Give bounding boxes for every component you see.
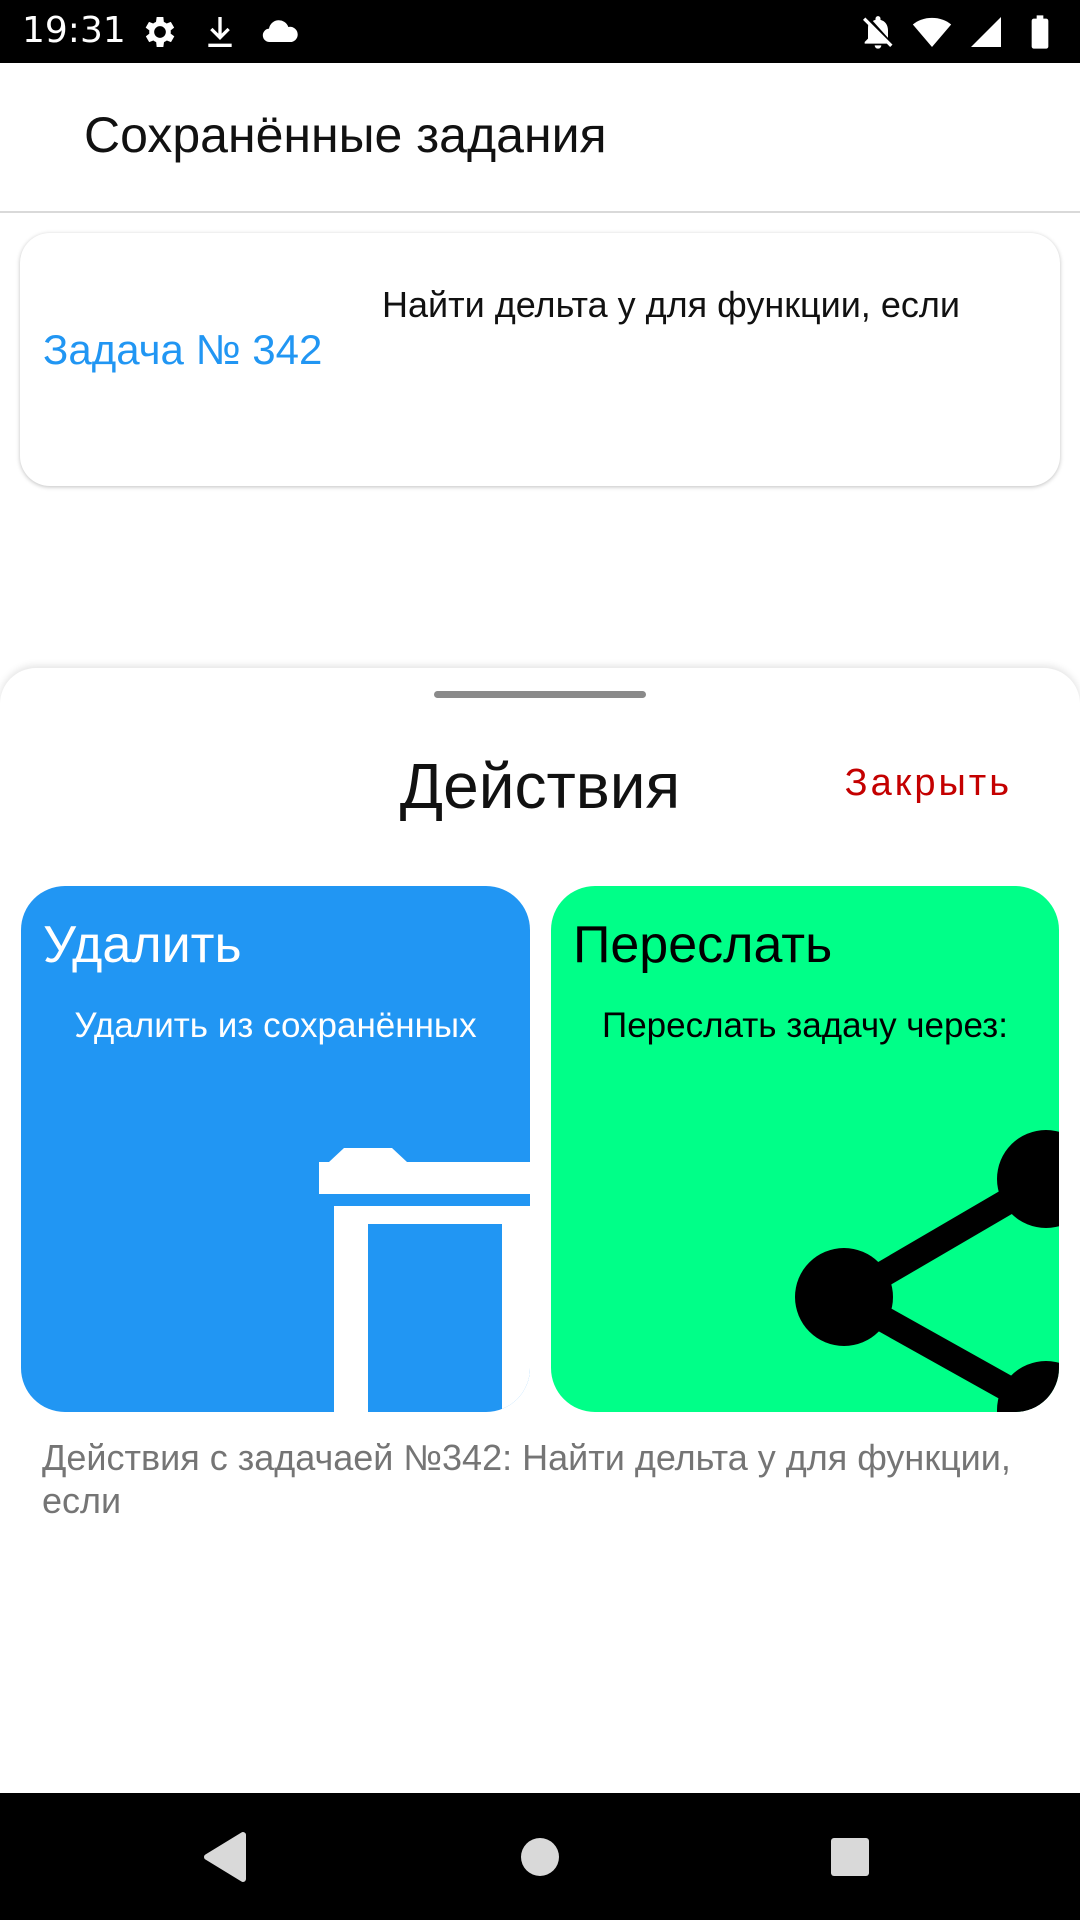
share-title: Переслать: [573, 916, 833, 974]
actions-caption: Действия с задачаей №342: Найти дельта у…: [42, 1437, 1011, 1521]
battery-icon: [1031, 15, 1049, 49]
task-preview-text: Найти дельта у для функции, если: [382, 284, 960, 325]
delete-title: Удалить: [43, 916, 242, 974]
delete-description: Удалить из сохранённых: [74, 1006, 477, 1045]
download-icon: [208, 17, 232, 47]
wifi-icon: [912, 17, 952, 47]
home-button[interactable]: [480, 1793, 600, 1920]
signal-icon: [971, 17, 1001, 47]
drag-handle[interactable]: [434, 691, 646, 698]
task-number-label: Задача № 342: [43, 326, 323, 373]
delete-action-tile[interactable]: Удалить Удалить из сохранённых: [21, 886, 530, 1412]
recents-button[interactable]: [790, 1793, 910, 1920]
cloud-icon: [262, 20, 298, 43]
back-button[interactable]: [165, 1793, 285, 1920]
actions-bottom-sheet: Действия Закрыть Удалить Удалить из сохр…: [0, 668, 1080, 1793]
home-icon: [521, 1838, 559, 1876]
status-left-icons: [140, 12, 300, 52]
back-icon: [204, 1832, 246, 1882]
share-description: Переслать задачу через:: [602, 1006, 1008, 1045]
close-button[interactable]: Закрыть: [845, 760, 1012, 806]
notifications-off-icon: [863, 16, 893, 49]
app-bar: Сохранённые задания: [0, 63, 1080, 213]
gear-icon: [145, 17, 175, 47]
status-time: 19:31: [22, 10, 126, 51]
status-bar: 19:31: [0, 0, 1080, 63]
recents-icon: [831, 1838, 869, 1876]
status-right-icons: [858, 12, 1060, 52]
navigation-bar: [0, 1793, 1080, 1920]
share-action-tile[interactable]: Переслать Переслать задачу через:: [551, 886, 1059, 1412]
saved-task-card[interactable]: Задача № 342 Найти дельта у для функции,…: [20, 233, 1060, 486]
page-title: Сохранённые задания: [84, 107, 607, 163]
